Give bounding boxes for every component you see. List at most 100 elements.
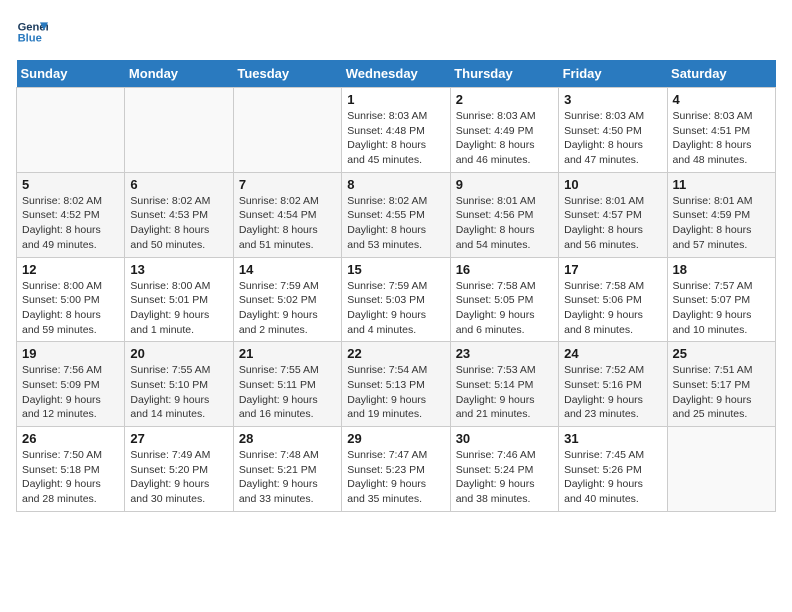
calendar-day-cell: 20 Sunrise: 7:55 AM Sunset: 5:10 PM Dayli… [125, 342, 233, 427]
day-info: Sunrise: 8:01 AM Sunset: 4:59 PM Dayligh… [673, 194, 770, 253]
day-info: Sunrise: 7:56 AM Sunset: 5:09 PM Dayligh… [22, 363, 119, 422]
day-number: 7 [239, 177, 336, 192]
day-number: 31 [564, 431, 661, 446]
day-number: 26 [22, 431, 119, 446]
calendar-day-cell: 13 Sunrise: 8:00 AM Sunset: 5:01 PM Dayli… [125, 257, 233, 342]
day-info: Sunrise: 7:52 AM Sunset: 5:16 PM Dayligh… [564, 363, 661, 422]
day-number: 24 [564, 346, 661, 361]
calendar-week-row: 26 Sunrise: 7:50 AM Sunset: 5:18 PM Dayli… [17, 427, 776, 512]
day-number: 23 [456, 346, 553, 361]
weekday-header-sunday: Sunday [17, 60, 125, 88]
day-info: Sunrise: 7:49 AM Sunset: 5:20 PM Dayligh… [130, 448, 227, 507]
svg-text:Blue: Blue [18, 33, 42, 45]
day-number: 30 [456, 431, 553, 446]
day-info: Sunrise: 7:53 AM Sunset: 5:14 PM Dayligh… [456, 363, 553, 422]
day-info: Sunrise: 7:55 AM Sunset: 5:11 PM Dayligh… [239, 363, 336, 422]
day-number: 18 [673, 262, 770, 277]
day-number: 8 [347, 177, 444, 192]
day-info: Sunrise: 8:00 AM Sunset: 5:01 PM Dayligh… [130, 279, 227, 338]
calendar-empty-cell [125, 88, 233, 173]
day-number: 28 [239, 431, 336, 446]
calendar-day-cell: 24 Sunrise: 7:52 AM Sunset: 5:16 PM Dayli… [559, 342, 667, 427]
day-info: Sunrise: 8:01 AM Sunset: 4:57 PM Dayligh… [564, 194, 661, 253]
day-number: 22 [347, 346, 444, 361]
calendar-day-cell: 2 Sunrise: 8:03 AM Sunset: 4:49 PM Daylig… [450, 88, 558, 173]
day-number: 20 [130, 346, 227, 361]
calendar-day-cell: 29 Sunrise: 7:47 AM Sunset: 5:23 PM Dayli… [342, 427, 450, 512]
day-number: 4 [673, 92, 770, 107]
calendar-empty-cell [17, 88, 125, 173]
calendar-week-row: 5 Sunrise: 8:02 AM Sunset: 4:52 PM Daylig… [17, 172, 776, 257]
day-info: Sunrise: 7:48 AM Sunset: 5:21 PM Dayligh… [239, 448, 336, 507]
calendar-day-cell: 5 Sunrise: 8:02 AM Sunset: 4:52 PM Daylig… [17, 172, 125, 257]
weekday-header-tuesday: Tuesday [233, 60, 341, 88]
calendar-day-cell: 8Sunrise: 8:02 AM Sunset: 4:55 PM Daylig… [342, 172, 450, 257]
day-number: 12 [22, 262, 119, 277]
calendar-table: SundayMondayTuesdayWednesdayThursdayFrid… [16, 60, 776, 512]
day-info: Sunrise: 7:58 AM Sunset: 5:05 PM Dayligh… [456, 279, 553, 338]
day-info: Sunrise: 8:02 AM Sunset: 4:52 PM Dayligh… [22, 194, 119, 253]
calendar-day-cell: 19 Sunrise: 7:56 AM Sunset: 5:09 PM Dayli… [17, 342, 125, 427]
day-info: Sunrise: 7:59 AM Sunset: 5:02 PM Dayligh… [239, 279, 336, 338]
weekday-header-row: SundayMondayTuesdayWednesdayThursdayFrid… [17, 60, 776, 88]
calendar-day-cell: 1 Sunrise: 8:03 AM Sunset: 4:48 PM Daylig… [342, 88, 450, 173]
calendar-day-cell: 26 Sunrise: 7:50 AM Sunset: 5:18 PM Dayli… [17, 427, 125, 512]
day-number: 13 [130, 262, 227, 277]
calendar-day-cell: 18 Sunrise: 7:57 AM Sunset: 5:07 PM Dayli… [667, 257, 775, 342]
day-info: Sunrise: 8:03 AM Sunset: 4:51 PM Dayligh… [673, 109, 770, 168]
day-number: 3 [564, 92, 661, 107]
calendar-empty-cell [233, 88, 341, 173]
weekday-header-thursday: Thursday [450, 60, 558, 88]
calendar-day-cell: 16Sunrise: 7:58 AM Sunset: 5:05 PM Dayli… [450, 257, 558, 342]
calendar-day-cell: 25 Sunrise: 7:51 AM Sunset: 5:17 PM Dayli… [667, 342, 775, 427]
day-info: Sunrise: 8:00 AM Sunset: 5:00 PM Dayligh… [22, 279, 119, 338]
day-info: Sunrise: 8:03 AM Sunset: 4:48 PM Dayligh… [347, 109, 444, 168]
calendar-week-row: 12 Sunrise: 8:00 AM Sunset: 5:00 PM Dayli… [17, 257, 776, 342]
calendar-day-cell: 9Sunrise: 8:01 AM Sunset: 4:56 PM Daylig… [450, 172, 558, 257]
page-header: General Blue [16, 16, 776, 48]
day-info: Sunrise: 7:55 AM Sunset: 5:10 PM Dayligh… [130, 363, 227, 422]
calendar-week-row: 1 Sunrise: 8:03 AM Sunset: 4:48 PM Daylig… [17, 88, 776, 173]
logo-icon: General Blue [16, 16, 48, 48]
day-info: Sunrise: 7:51 AM Sunset: 5:17 PM Dayligh… [673, 363, 770, 422]
calendar-day-cell: 21Sunrise: 7:55 AM Sunset: 5:11 PM Dayli… [233, 342, 341, 427]
day-info: Sunrise: 8:02 AM Sunset: 4:53 PM Dayligh… [130, 194, 227, 253]
day-number: 15 [347, 262, 444, 277]
calendar-day-cell: 3Sunrise: 8:03 AM Sunset: 4:50 PM Daylig… [559, 88, 667, 173]
day-number: 5 [22, 177, 119, 192]
weekday-header-monday: Monday [125, 60, 233, 88]
calendar-day-cell: 15Sunrise: 7:59 AM Sunset: 5:03 PM Dayli… [342, 257, 450, 342]
calendar-day-cell: 22 Sunrise: 7:54 AM Sunset: 5:13 PM Dayli… [342, 342, 450, 427]
day-number: 11 [673, 177, 770, 192]
calendar-day-cell: 10 Sunrise: 8:01 AM Sunset: 4:57 PM Dayli… [559, 172, 667, 257]
day-number: 17 [564, 262, 661, 277]
day-info: Sunrise: 7:57 AM Sunset: 5:07 PM Dayligh… [673, 279, 770, 338]
day-info: Sunrise: 7:50 AM Sunset: 5:18 PM Dayligh… [22, 448, 119, 507]
calendar-day-cell: 4 Sunrise: 8:03 AM Sunset: 4:51 PM Daylig… [667, 88, 775, 173]
day-info: Sunrise: 8:01 AM Sunset: 4:56 PM Dayligh… [456, 194, 553, 253]
day-number: 29 [347, 431, 444, 446]
day-number: 1 [347, 92, 444, 107]
calendar-week-row: 19 Sunrise: 7:56 AM Sunset: 5:09 PM Dayli… [17, 342, 776, 427]
day-number: 25 [673, 346, 770, 361]
calendar-empty-cell [667, 427, 775, 512]
day-info: Sunrise: 7:58 AM Sunset: 5:06 PM Dayligh… [564, 279, 661, 338]
day-info: Sunrise: 7:47 AM Sunset: 5:23 PM Dayligh… [347, 448, 444, 507]
calendar-day-cell: 12 Sunrise: 8:00 AM Sunset: 5:00 PM Dayli… [17, 257, 125, 342]
weekday-header-friday: Friday [559, 60, 667, 88]
calendar-day-cell: 7Sunrise: 8:02 AM Sunset: 4:54 PM Daylig… [233, 172, 341, 257]
day-number: 6 [130, 177, 227, 192]
calendar-day-cell: 14Sunrise: 7:59 AM Sunset: 5:02 PM Dayli… [233, 257, 341, 342]
calendar-day-cell: 17 Sunrise: 7:58 AM Sunset: 5:06 PM Dayli… [559, 257, 667, 342]
day-number: 10 [564, 177, 661, 192]
day-number: 2 [456, 92, 553, 107]
calendar-day-cell: 6 Sunrise: 8:02 AM Sunset: 4:53 PM Daylig… [125, 172, 233, 257]
weekday-header-wednesday: Wednesday [342, 60, 450, 88]
day-info: Sunrise: 8:03 AM Sunset: 4:49 PM Dayligh… [456, 109, 553, 168]
day-number: 27 [130, 431, 227, 446]
calendar-day-cell: 28 Sunrise: 7:48 AM Sunset: 5:21 PM Dayli… [233, 427, 341, 512]
day-number: 19 [22, 346, 119, 361]
day-info: Sunrise: 7:45 AM Sunset: 5:26 PM Dayligh… [564, 448, 661, 507]
day-info: Sunrise: 7:54 AM Sunset: 5:13 PM Dayligh… [347, 363, 444, 422]
calendar-day-cell: 31 Sunrise: 7:45 AM Sunset: 5:26 PM Dayli… [559, 427, 667, 512]
